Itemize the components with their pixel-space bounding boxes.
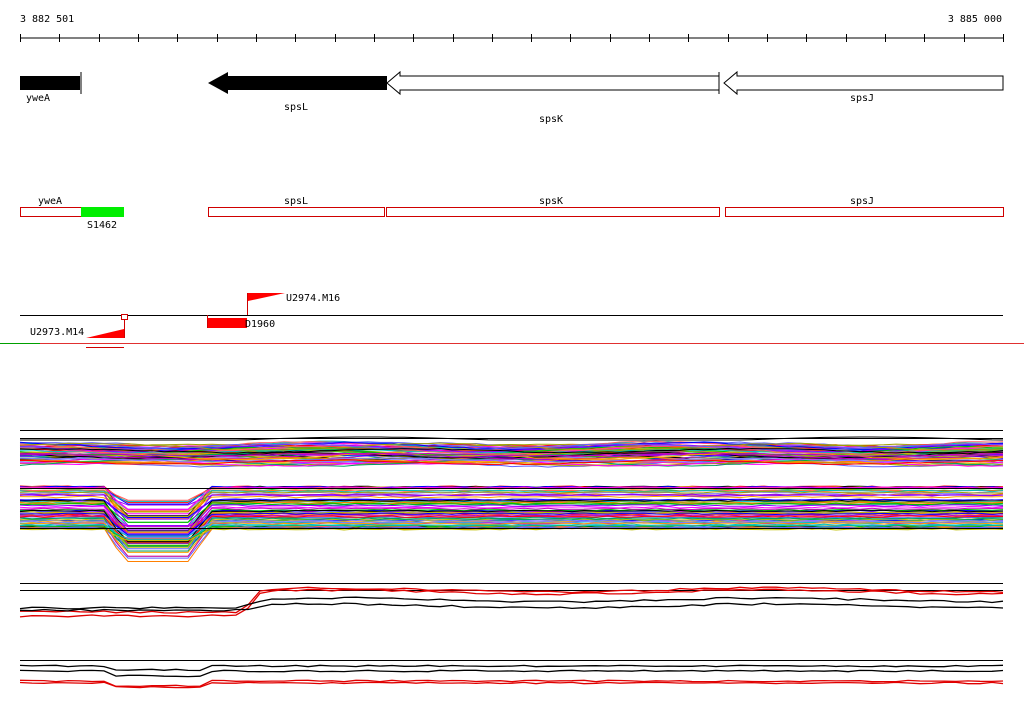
gene-track: yweA spsL spsK spsJ bbox=[20, 70, 1004, 125]
segment-label-d1960: D1960 bbox=[245, 319, 275, 330]
feature-track: U2974.M16 D1960 U2973.M14 bbox=[20, 293, 1003, 348]
tu-label-spsl: spsL bbox=[284, 196, 308, 207]
gene-label-ywea: yweA bbox=[26, 93, 50, 104]
terminator-label-u2974: U2974.M16 bbox=[286, 293, 340, 304]
gene-arrow-spsj[interactable] bbox=[723, 70, 1004, 96]
expression-panel-upper bbox=[19, 430, 1004, 468]
terminator-flag-u2974[interactable] bbox=[247, 293, 286, 315]
tu-box-s1462[interactable] bbox=[81, 207, 124, 217]
expression-panel-bottom bbox=[19, 660, 1004, 689]
profile-line bbox=[19, 664, 1004, 672]
ruler-start-label: 3 882 501 bbox=[20, 14, 74, 25]
tu-box-spsl[interactable] bbox=[208, 207, 385, 217]
profile-line bbox=[19, 602, 1004, 612]
gene-label-spsk: spsK bbox=[539, 114, 563, 125]
tu-label-s1462: S1462 bbox=[87, 220, 117, 231]
terminator-label-u2973: U2973.M14 bbox=[30, 327, 84, 338]
tu-label-ywea: yweA bbox=[38, 196, 62, 207]
expression-panel-strand bbox=[19, 583, 1004, 618]
tu-box-spsj[interactable] bbox=[725, 207, 1004, 217]
expression-panel-lower bbox=[19, 485, 1004, 562]
gene-arrow-spsl[interactable] bbox=[208, 72, 387, 94]
tu-label-spsj: spsJ bbox=[850, 196, 874, 207]
tu-box-spsk[interactable] bbox=[386, 207, 720, 217]
tu-label-spsk: spsK bbox=[539, 196, 563, 207]
gene-arrow-ywea[interactable] bbox=[20, 72, 82, 94]
transcription-unit-track: yweA S1462 spsL spsK spsJ bbox=[20, 196, 1004, 231]
profile-line bbox=[19, 669, 1004, 678]
gene-label-spsj: spsJ bbox=[850, 93, 874, 104]
gene-label-spsl: spsL bbox=[284, 102, 308, 113]
gene-arrow-spsk[interactable] bbox=[386, 70, 720, 96]
segment-d1960[interactable] bbox=[207, 318, 247, 328]
genome-browser-view: 3 882 501 3 885 000 yweA spsL spsK spsJ … bbox=[0, 14, 1024, 689]
coordinate-ruler: 3 882 501 3 885 000 bbox=[20, 14, 1004, 42]
ruler-end-label: 3 885 000 bbox=[948, 14, 1002, 25]
terminator-flag-u2973[interactable] bbox=[86, 314, 128, 339]
